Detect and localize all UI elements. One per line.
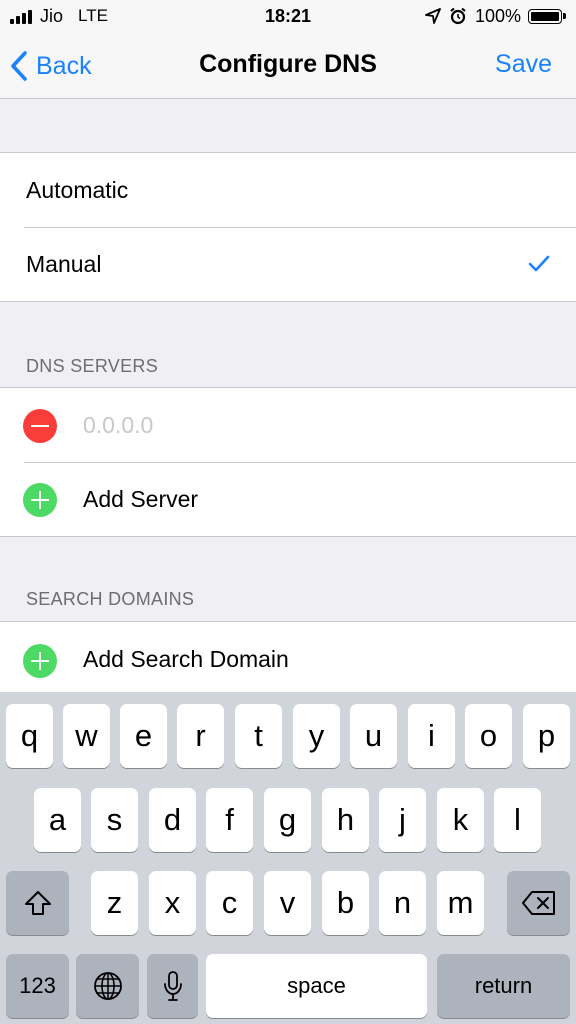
space-key[interactable]: space (206, 954, 427, 1018)
key-p[interactable]: p (523, 704, 570, 768)
location-arrow-icon (425, 8, 441, 24)
key-s[interactable]: s (91, 788, 138, 852)
option-manual[interactable]: Manual (0, 227, 576, 301)
dns-server-row: 0.0.0.0 (0, 388, 576, 462)
add-server-row[interactable]: Add Server (0, 462, 576, 536)
add-server-icon (23, 483, 57, 517)
add-search-domain-label: Add Search Domain (83, 646, 289, 672)
key-c[interactable]: c (206, 871, 253, 935)
alarm-icon (450, 7, 466, 25)
status-bar: Jio LTE 18:21 100% (0, 0, 576, 34)
save-button[interactable]: Save (495, 50, 552, 79)
return-key[interactable]: return (437, 954, 570, 1018)
key-v[interactable]: v (264, 871, 311, 935)
battery-icon (528, 9, 566, 24)
dns-server-input[interactable]: 0.0.0.0 (83, 412, 153, 438)
add-search-domain-row[interactable]: Add Search Domain (0, 622, 576, 694)
delete-key[interactable] (507, 871, 570, 935)
microphone-key[interactable] (147, 954, 198, 1018)
shift-key[interactable] (6, 871, 69, 935)
key-g[interactable]: g (264, 788, 311, 852)
key-j[interactable]: j (379, 788, 426, 852)
key-y[interactable]: y (293, 704, 340, 768)
dns-servers-header: DNS SERVERS (26, 356, 159, 376)
dns-mode-group: Automatic Manual (0, 152, 576, 302)
key-e[interactable]: e (120, 704, 167, 768)
search-domains-group: Add Search Domain (0, 621, 576, 694)
battery-percent: 100% (475, 6, 522, 26)
search-domains-header: SEARCH DOMAINS (26, 589, 195, 609)
key-r[interactable]: r (177, 704, 224, 768)
key-a[interactable]: a (34, 788, 81, 852)
key-z[interactable]: z (91, 871, 138, 935)
key-n[interactable]: n (379, 871, 426, 935)
key-x[interactable]: x (149, 871, 196, 935)
key-q[interactable]: q (6, 704, 53, 768)
microphone-icon (163, 971, 182, 1001)
dns-servers-group: 0.0.0.0 Add Server (0, 387, 576, 537)
key-m[interactable]: m (437, 871, 484, 935)
page-title: Configure DNS (199, 50, 377, 78)
shift-icon (24, 891, 51, 915)
navigation-bar: Back Configure DNS Save (0, 34, 576, 99)
keyboard: q w e r t y u i o p a s d f g h j k l z … (0, 692, 576, 1024)
key-w[interactable]: w (63, 704, 110, 768)
key-o[interactable]: o (465, 704, 512, 768)
key-k[interactable]: k (437, 788, 484, 852)
key-l[interactable]: l (494, 788, 541, 852)
key-t[interactable]: t (235, 704, 282, 768)
key-h[interactable]: h (322, 788, 369, 852)
option-automatic[interactable]: Automatic (0, 153, 576, 227)
key-i[interactable]: i (408, 704, 455, 768)
numbers-key[interactable]: 123 (6, 954, 69, 1018)
option-automatic-label: Automatic (26, 177, 129, 203)
key-f[interactable]: f (206, 788, 253, 852)
globe-key[interactable] (76, 954, 139, 1018)
key-b[interactable]: b (322, 871, 369, 935)
checkmark-icon (528, 255, 550, 272)
option-manual-label: Manual (26, 251, 102, 277)
delete-server-button[interactable] (23, 409, 57, 443)
add-search-domain-icon (23, 644, 57, 678)
key-d[interactable]: d (149, 788, 196, 852)
key-u[interactable]: u (350, 704, 397, 768)
backspace-icon (521, 891, 555, 915)
add-server-label: Add Server (83, 486, 199, 512)
globe-icon (93, 972, 122, 1000)
